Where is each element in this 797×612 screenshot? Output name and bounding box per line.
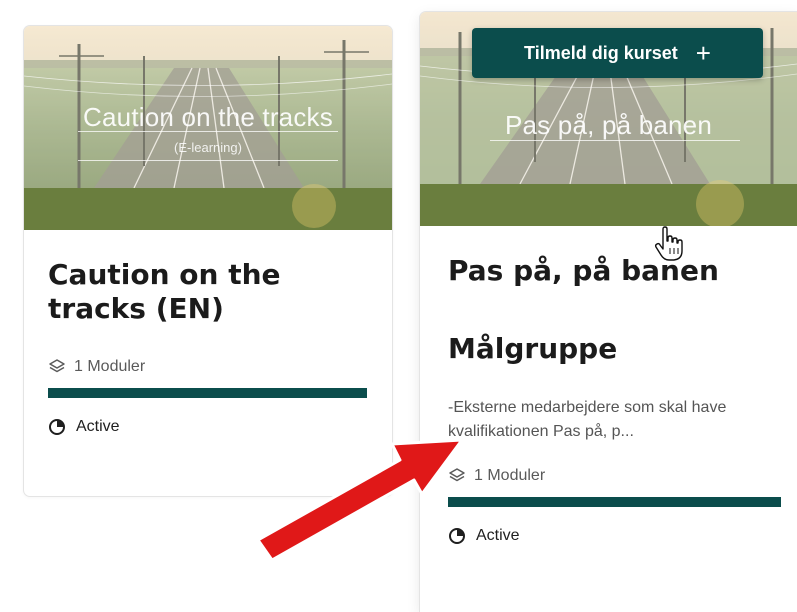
card-body: Caution on the tracks (EN) 1 Moduler Act… <box>48 258 368 436</box>
course-card-caution-on-the-tracks[interactable]: Caution on the tracks (E-learning) Cauti… <box>24 26 392 496</box>
target-group-heading: Målgruppe <box>448 332 618 365</box>
modules-row: 1 Moduler <box>448 467 781 485</box>
plus-icon: + <box>695 38 711 68</box>
banner-title: Caution on the tracks <box>83 102 333 132</box>
status-label: Active <box>76 418 120 435</box>
half-circle-clock-icon <box>49 419 65 435</box>
course-banner[interactable]: Pas på, på banen Tilmeld dig kurset + <box>420 12 797 226</box>
enroll-course-button[interactable]: Tilmeld dig kurset + <box>472 28 763 78</box>
enroll-button-label: Tilmeld dig kurset <box>524 42 678 63</box>
course-title[interactable]: Pas på, på banen <box>448 254 781 288</box>
banner-divider-bottom <box>78 160 338 161</box>
status-row: Active <box>448 527 781 545</box>
hand-pointer-icon <box>654 226 683 261</box>
course-banner[interactable]: Caution on the tracks (E-learning) <box>24 26 392 230</box>
modules-count: 1 Moduler <box>474 467 546 484</box>
modules-count: 1 Moduler <box>74 358 146 375</box>
status-row: Active <box>48 418 368 436</box>
status-label: Active <box>476 527 520 544</box>
progress-bar <box>48 388 367 398</box>
course-title-line1: Caution on the <box>48 258 281 291</box>
progress-bar <box>448 497 781 507</box>
banner-subtitle: (E-learning) <box>174 140 242 155</box>
card-body: Pas på, på banen Målgruppe -Eksterne med… <box>448 254 781 545</box>
course-title-line2: tracks (EN) <box>48 292 224 325</box>
course-description: -Eksterne medarbejdere som skal have kva… <box>448 399 727 440</box>
modules-row: 1 Moduler <box>48 358 368 376</box>
banner-divider-top <box>78 131 338 132</box>
course-card-pas-paa-paa-banen[interactable]: Pas på, på banen Tilmeld dig kurset + Pa… <box>420 12 797 612</box>
course-title[interactable]: Caution on the tracks (EN) <box>48 258 368 326</box>
banner-divider <box>490 140 740 141</box>
layers-icon <box>49 359 65 373</box>
layers-icon <box>449 468 465 482</box>
banner-title: Pas på, på banen <box>504 110 713 140</box>
half-circle-clock-icon <box>449 528 465 544</box>
